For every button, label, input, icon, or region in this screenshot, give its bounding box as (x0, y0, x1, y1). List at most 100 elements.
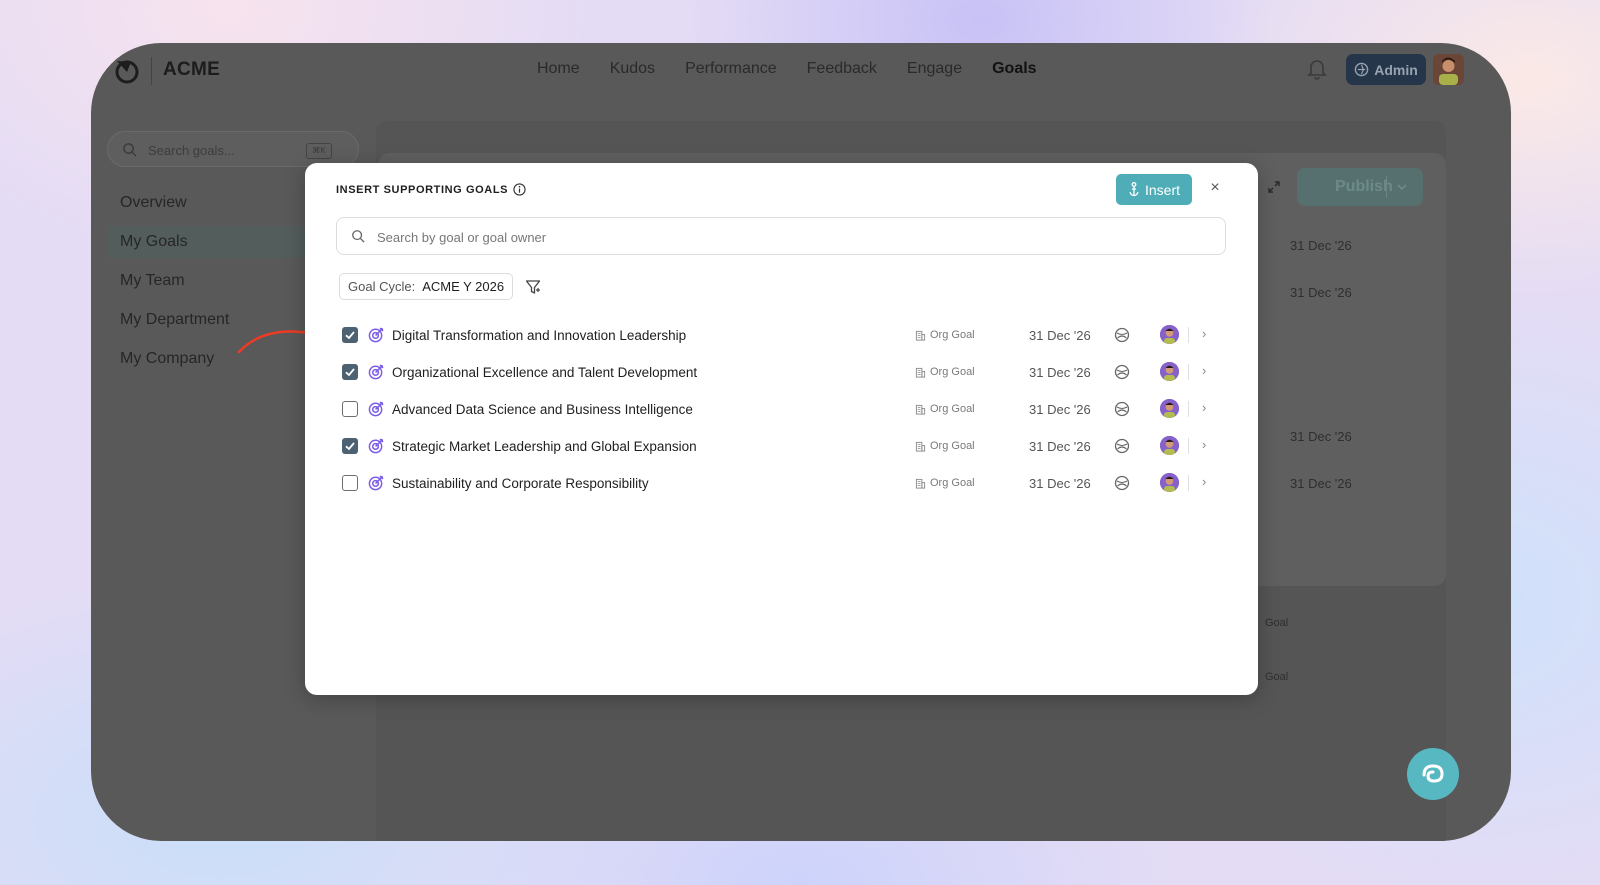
goal-owner-avatar[interactable] (1160, 436, 1179, 455)
goal-search-input[interactable] (375, 218, 1199, 256)
goal-cycle-value: ACME Y 2026 (422, 279, 505, 294)
goal-checkbox[interactable] (342, 327, 358, 343)
goal-checkbox[interactable] (342, 364, 358, 380)
goal-due-date: 31 Dec '26 (1029, 365, 1091, 380)
goal-cycle-label: Goal Cycle: (348, 279, 416, 294)
insert-supporting-goals-modal: INSERT SUPPORTING GOALS Insert × Goal Cy… (305, 163, 1258, 695)
building-icon (915, 367, 926, 378)
goal-row[interactable]: Organizational Excellence and Talent Dev… (342, 361, 1222, 383)
goal-owner-avatar[interactable] (1160, 473, 1179, 492)
goal-title: Digital Transformation and Innovation Le… (392, 328, 687, 343)
background-date: 31 Dec '26 (1290, 476, 1352, 491)
chevron-right-icon[interactable]: › (1202, 363, 1206, 378)
goal-target-icon (368, 438, 384, 454)
close-icon[interactable]: × (1207, 180, 1223, 196)
chat-icon (1422, 764, 1444, 783)
sidebar-search[interactable]: Search goals... ⌘K (107, 131, 359, 167)
goal-type: Org Goal (915, 329, 975, 341)
goal-title: Strategic Market Leadership and Global E… (392, 439, 697, 454)
progress-gauge-icon[interactable] (1114, 327, 1130, 343)
goal-target-icon (368, 475, 384, 491)
filter-icon[interactable] (525, 279, 541, 295)
chevron-right-icon[interactable]: › (1202, 437, 1206, 452)
nav-home[interactable]: Home (537, 60, 580, 78)
expand-icon[interactable] (1267, 180, 1281, 194)
brand-divider (151, 57, 152, 85)
goal-checkbox[interactable] (342, 475, 358, 491)
goal-type: Org Goal (915, 366, 975, 378)
bell-icon[interactable] (1307, 58, 1327, 80)
goal-owner-avatar[interactable] (1160, 325, 1179, 344)
nav-engage[interactable]: Engage (907, 60, 962, 78)
goal-cycle-selector[interactable]: Goal Cycle: ACME Y 2026 (339, 273, 514, 300)
info-icon[interactable] (513, 183, 526, 196)
chevron-right-icon[interactable]: › (1202, 474, 1206, 489)
sidebar-item-my-goals[interactable]: My Goals (120, 232, 229, 271)
goal-owner-avatar[interactable] (1160, 399, 1179, 418)
modal-title: INSERT SUPPORTING GOALS (336, 183, 526, 196)
goal-type-text: Org Goal (930, 366, 975, 378)
goal-search-box (336, 217, 1226, 256)
insert-label: Insert (1144, 181, 1180, 198)
row-divider (1188, 475, 1189, 491)
nav-goals[interactable]: Goals (992, 60, 1036, 78)
chevron-down-icon[interactable] (1396, 182, 1408, 192)
goal-due-date: 31 Dec '26 (1029, 328, 1091, 343)
building-icon (915, 330, 926, 341)
publish-divider (1386, 176, 1387, 198)
admin-button[interactable]: Admin (1346, 54, 1426, 85)
brand-name: ACME (163, 59, 221, 80)
main-menu: Home Kudos Performance Feedback Engage G… (537, 60, 1037, 78)
sidebar-item-my-company[interactable]: My Company (120, 349, 229, 388)
goal-target-icon (368, 364, 384, 380)
row-divider (1188, 327, 1189, 343)
nav-kudos[interactable]: Kudos (610, 60, 655, 78)
progress-gauge-icon[interactable] (1114, 401, 1130, 417)
goal-checkbox[interactable] (342, 438, 358, 454)
globe-icon (1354, 62, 1369, 77)
top-navbar: ACME Home Kudos Performance Feedback Eng… (91, 43, 1511, 99)
nav-feedback[interactable]: Feedback (807, 60, 877, 78)
goal-row[interactable]: Advanced Data Science and Business Intel… (342, 398, 1222, 420)
goal-owner-avatar[interactable] (1160, 362, 1179, 381)
sidebar-nav: Overview My Goals My Team My Department … (120, 193, 229, 388)
nav-performance[interactable]: Performance (685, 60, 777, 78)
sidebar-search-placeholder: Search goals... (148, 143, 235, 158)
insert-button[interactable]: Insert (1116, 174, 1192, 205)
goal-type-text: Org Goal (930, 477, 975, 489)
goal-type: Org Goal (915, 477, 975, 489)
row-divider (1188, 401, 1189, 417)
progress-gauge-icon[interactable] (1114, 364, 1130, 380)
chevron-right-icon[interactable]: › (1202, 326, 1206, 341)
row-divider (1188, 438, 1189, 454)
goal-row[interactable]: Digital Transformation and Innovation Le… (342, 324, 1222, 346)
background-date: 31 Dec '26 (1290, 285, 1352, 300)
goal-row[interactable]: Strategic Market Leadership and Global E… (342, 435, 1222, 457)
anchor-icon (1129, 182, 1139, 197)
goal-target-icon (368, 327, 384, 343)
chat-launcher-button[interactable] (1407, 748, 1459, 800)
sidebar-item-my-team[interactable]: My Team (120, 271, 229, 310)
acme-logo-icon (115, 60, 139, 84)
progress-gauge-icon[interactable] (1114, 438, 1130, 454)
modal-title-text: INSERT SUPPORTING GOALS (336, 183, 509, 196)
goal-checkbox[interactable] (342, 401, 358, 417)
progress-gauge-icon[interactable] (1114, 475, 1130, 491)
sidebar-item-overview[interactable]: Overview (120, 193, 229, 232)
goal-row[interactable]: Sustainability and Corporate Responsibil… (342, 472, 1222, 494)
building-icon (915, 441, 926, 452)
search-icon (123, 143, 137, 157)
shortcut-badge: ⌘K (306, 143, 332, 159)
background-date: 31 Dec '26 (1290, 429, 1352, 444)
goal-type-text: Org Goal (930, 403, 975, 415)
sidebar-item-my-department[interactable]: My Department (120, 310, 229, 349)
goal-type: Org Goal (915, 440, 975, 452)
goal-title: Sustainability and Corporate Responsibil… (392, 476, 649, 491)
building-icon (915, 478, 926, 489)
goal-due-date: 31 Dec '26 (1029, 402, 1091, 417)
background-goal-type: Goal (1265, 617, 1289, 629)
user-avatar[interactable] (1433, 54, 1464, 85)
goal-title: Organizational Excellence and Talent Dev… (392, 365, 698, 380)
chevron-right-icon[interactable]: › (1202, 400, 1206, 415)
search-icon (352, 230, 365, 243)
